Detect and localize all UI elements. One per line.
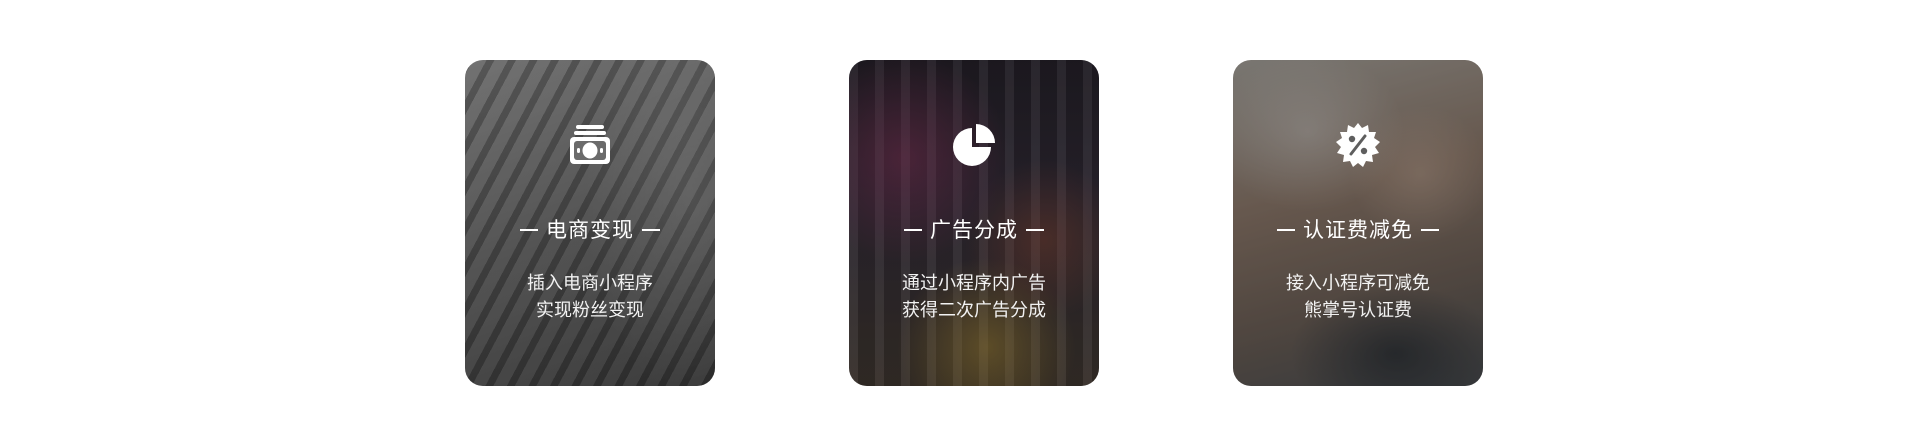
card-title: 电商变现 (546, 218, 634, 242)
feature-card-ad-revenue[interactable]: 广告分成 通过小程序内广告 获得二次广告分成 (849, 60, 1099, 386)
money-icon (567, 122, 613, 168)
title-dash-left (520, 229, 538, 231)
title-dash-right (642, 229, 660, 231)
title-dash-left (1277, 229, 1295, 231)
card-description-line: 插入电商小程序 (527, 273, 653, 294)
pie-chart-icon (951, 122, 997, 168)
feature-cards-section: 电商变现 插入电商小程序 实现粉丝变现 广告分成 通过小程序内广告 获得二次广告… (0, 0, 1920, 446)
title-dash-right (1026, 229, 1044, 231)
feature-card-certification-fee[interactable]: 认证费减免 接入小程序可减免 熊掌号认证费 (1233, 60, 1483, 386)
card-description: 接入小程序可减免 熊掌号认证费 (1233, 270, 1483, 324)
card-description-line: 通过小程序内广告 (902, 273, 1046, 294)
discount-badge-icon (1335, 122, 1381, 168)
title-dash-right (1421, 229, 1439, 231)
title-dash-left (904, 229, 922, 231)
feature-card-ecommerce[interactable]: 电商变现 插入电商小程序 实现粉丝变现 (465, 60, 715, 386)
card-description: 插入电商小程序 实现粉丝变现 (465, 270, 715, 324)
card-description-line: 熊掌号认证费 (1304, 300, 1412, 321)
card-title: 认证费减免 (1303, 218, 1413, 242)
card-description-line: 接入小程序可减免 (1286, 273, 1430, 294)
card-title: 广告分成 (930, 218, 1018, 242)
card-description-line: 获得二次广告分成 (902, 300, 1046, 321)
card-description: 通过小程序内广告 获得二次广告分成 (849, 270, 1099, 324)
card-description-line: 实现粉丝变现 (536, 300, 644, 321)
